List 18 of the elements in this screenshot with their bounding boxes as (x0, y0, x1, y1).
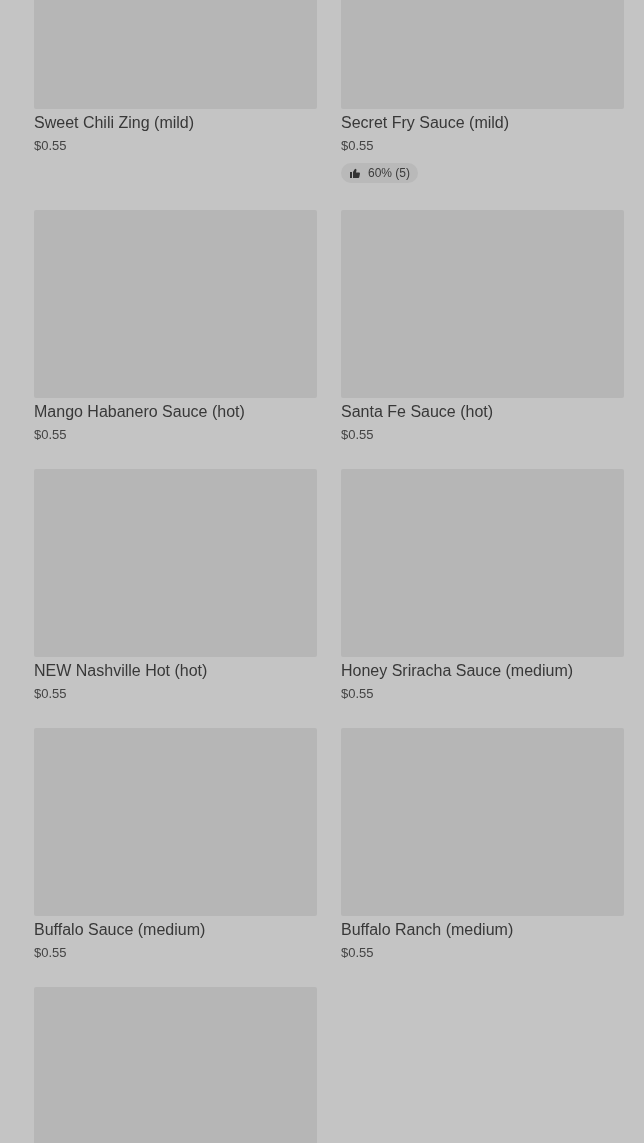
item-price: $0.55 (34, 685, 68, 703)
thumbs-up-icon (349, 167, 361, 179)
item-price: $0.55 (341, 137, 375, 155)
item-name: Mango Habanero Sauce (hot) (34, 402, 246, 422)
item-name: Buffalo Ranch (medium) (341, 920, 515, 940)
item-name: Buffalo Sauce (medium) (34, 920, 207, 940)
item-name: NEW Nashville Hot (hot) (34, 661, 209, 681)
item-name: Santa Fe Sauce (hot) (341, 402, 495, 422)
item-price: $0.55 (341, 426, 375, 444)
item-price: $0.55 (341, 944, 375, 962)
item-price: $0.55 (34, 137, 68, 155)
item-price: $0.55 (341, 685, 375, 703)
item-price: $0.55 (34, 426, 68, 444)
item-price: $0.55 (34, 944, 68, 962)
rating-badge: 60% (5) (341, 163, 419, 183)
item-name: Honey Sriracha Sauce (medium) (341, 661, 575, 681)
item-name: Sweet Chili Zing (mild) (34, 113, 196, 133)
item-name: Secret Fry Sauce (mild) (341, 113, 511, 133)
